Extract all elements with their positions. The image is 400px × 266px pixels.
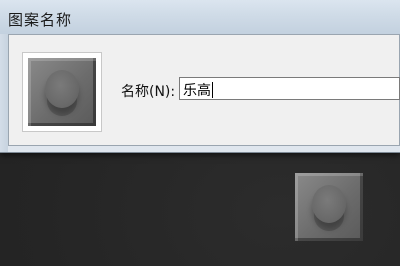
lego-brick-pattern-icon [295,173,363,241]
brick-stud [45,70,79,108]
brick-stud [312,185,346,223]
name-label: 名称(N): [121,84,176,100]
name-input[interactable]: 乐高 [179,77,400,100]
text-caret [212,81,213,98]
pattern-name-dialog: 图案名称 名称(N): 乐高 [0,0,400,153]
dialog-titlebar[interactable]: 图案名称 [0,0,400,34]
pattern-preview [22,52,102,132]
dialog-title: 图案名称 [8,11,73,29]
dialog-frame-left [0,34,8,152]
name-input-value: 乐高 [183,82,211,99]
lego-brick-pattern-icon [28,58,96,126]
